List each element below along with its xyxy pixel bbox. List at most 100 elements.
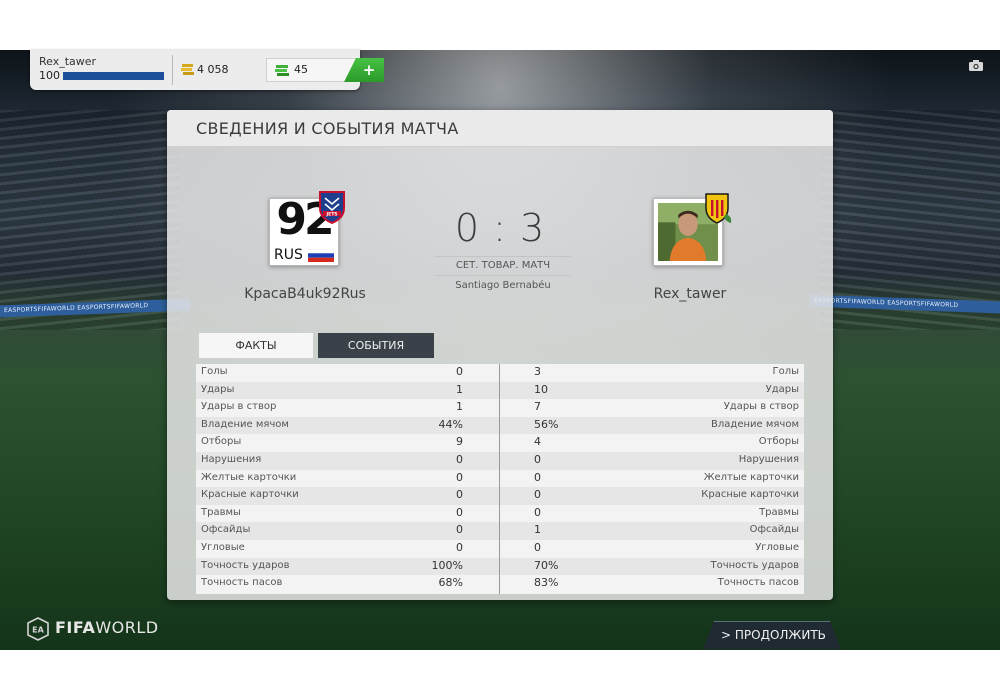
stat-value-away: 4 <box>534 435 541 449</box>
stat-value-away: 0 <box>534 505 541 519</box>
panel-header: СВЕДЕНИЯ И СОБЫТИЯ МАТЧА <box>167 110 833 147</box>
stat-row: Желтые карточки 0 0 Желтые карточки <box>196 470 804 488</box>
stat-label-home: Красные карточки <box>201 489 299 501</box>
russia-flag-icon <box>308 249 334 262</box>
stat-label-away: Красные карточки <box>701 489 799 501</box>
stat-value-home: 0 <box>456 505 463 519</box>
fifa-points: 45 + <box>266 58 384 82</box>
stat-row: Владение мячом 44% 56% Владение мячом <box>196 416 804 435</box>
stat-label-home: Отборы <box>201 436 242 448</box>
home-player-name: KpacaB4uk92Rus <box>244 286 366 302</box>
svg-text:JETS: JETS <box>325 212 337 218</box>
stat-row: Точность пасов 68% 83% Точность пасов <box>196 575 804 593</box>
stat-label-away: Владение мячом <box>711 418 799 430</box>
stat-row: Удары в створ 1 7 Удары в створ <box>196 399 804 417</box>
home-badge-country: RUS <box>274 247 303 263</box>
stat-value-home: 1 <box>456 382 463 396</box>
fifa-world-wordmark: FIFAWORLD <box>55 618 159 637</box>
stat-row: Отборы 9 4 Отборы <box>196 434 804 452</box>
stat-label-home: Точность пасов <box>201 577 283 589</box>
hud-divider <box>172 55 173 85</box>
stat-label-home: Желтые карточки <box>201 471 297 483</box>
stat-value-home: 100% <box>431 558 463 572</box>
stat-label-home: Нарушения <box>201 454 262 465</box>
logo-light-part: WORLD <box>95 618 159 637</box>
stat-value-away: 56% <box>534 417 559 431</box>
stat-value-home: 9 <box>456 435 463 449</box>
away-player-name: Rex_tawer <box>653 286 727 302</box>
stat-value-away: 7 <box>534 400 541 414</box>
stat-row: Угловые 0 0 Угловые <box>196 540 804 558</box>
stat-label-home: Офсайды <box>201 524 251 536</box>
xp-bar <box>63 72 164 80</box>
hud-username: Rex_tawer <box>39 55 97 68</box>
stat-label-away: Травмы <box>759 506 799 518</box>
match-stats-table: Голы 0 3 Голы Удары 1 10 Удары Удары в створ 1 7 Уд… <box>196 364 804 594</box>
coins-value: 4 058 <box>197 63 229 76</box>
stat-value-home: 44% <box>438 417 463 431</box>
stat-label-home: Угловые <box>201 542 245 553</box>
stat-value-home: 68% <box>438 576 463 590</box>
stat-value-home: 0 <box>456 470 463 484</box>
fifa-points-icon <box>275 65 289 76</box>
fifa-points-value: 45 <box>294 63 308 76</box>
panel-title: СВЕДЕНИЯ И СОБЫТИЯ МАТЧА <box>196 119 459 138</box>
stat-row: Красные карточки 0 0 Красные карточки <box>196 487 804 505</box>
tab-events[interactable]: СОБЫТИЯ <box>318 333 434 358</box>
stat-value-home: 0 <box>456 523 463 537</box>
stat-value-away: 0 <box>534 470 541 484</box>
stat-label-home: Владение мячом <box>201 418 289 430</box>
stats-divider <box>499 364 500 594</box>
stands-left <box>0 110 180 330</box>
stat-label-away: Удары <box>765 383 799 395</box>
continue-button[interactable]: > ПРОДОЛЖИТЬ <box>703 621 841 649</box>
stat-label-away: Офсайды <box>749 524 799 536</box>
add-points-button[interactable]: + <box>344 58 384 82</box>
tab-facts[interactable]: ФАКТЫ <box>199 333 313 358</box>
stat-value-home: 0 <box>456 453 463 466</box>
coins-icon <box>181 64 194 75</box>
stat-label-away: Голы <box>772 366 799 377</box>
stat-label-away: Угловые <box>755 542 799 553</box>
stat-label-away: Желтые карточки <box>703 471 799 483</box>
stat-value-home: 0 <box>456 541 463 554</box>
stat-row: Удары 1 10 Удары <box>196 381 804 400</box>
camera-icon[interactable] <box>969 60 983 71</box>
stat-row: Травмы 0 0 Травмы <box>196 505 804 523</box>
ea-logo-icon: EA <box>27 617 49 641</box>
stat-value-away: 3 <box>534 365 541 378</box>
stat-label-home: Голы <box>201 366 228 377</box>
stat-value-away: 1 <box>534 523 541 537</box>
stat-value-away: 0 <box>534 541 541 554</box>
stat-label-away: Точность ударов <box>710 559 799 571</box>
stat-label-away: Нарушения <box>738 454 799 465</box>
stat-value-away: 10 <box>534 382 548 396</box>
away-club-crest-icon <box>705 193 732 224</box>
stat-value-away: 0 <box>534 453 541 466</box>
match-score: 0 : 3 <box>454 206 546 250</box>
stat-row: Голы 0 3 Голы <box>196 364 804 382</box>
logo-bold-part: FIFA <box>55 618 96 637</box>
stat-row: Нарушения 0 0 Нарушения <box>196 452 804 470</box>
hud-level: 100 <box>39 69 60 82</box>
stat-value-away: 83% <box>534 576 559 590</box>
match-facts-panel: СВЕДЕНИЯ И СОБЫТИЯ МАТЧА 92 RUS JETS Kpa… <box>167 110 833 600</box>
stat-label-home: Точность ударов <box>201 559 290 571</box>
stat-label-away: Удары в створ <box>723 401 799 413</box>
stat-value-home: 0 <box>456 365 463 378</box>
stat-label-away: Точность пасов <box>717 577 799 589</box>
stat-label-home: Удары <box>201 383 235 395</box>
home-club-crest-icon: JETS <box>319 191 345 224</box>
match-type: СЕТ. ТОВАР. МАТЧ <box>455 260 551 271</box>
stat-row: Офсайды 0 1 Офсайды <box>196 522 804 540</box>
stadium-name: Santiago Bernabéu <box>455 280 551 291</box>
stat-label-home: Травмы <box>201 506 241 518</box>
stat-label-away: Отборы <box>758 436 799 448</box>
stat-label-home: Удары в створ <box>201 401 277 413</box>
player-hud: Rex_tawer 100 4 058 45 + <box>30 50 384 90</box>
stat-value-away: 0 <box>534 488 541 502</box>
svg-text:EA: EA <box>32 626 44 635</box>
match-type-box: СЕТ. ТОВАР. МАТЧ <box>435 256 571 276</box>
xp-bar-fill <box>63 72 164 80</box>
stat-value-home: 0 <box>456 488 463 502</box>
